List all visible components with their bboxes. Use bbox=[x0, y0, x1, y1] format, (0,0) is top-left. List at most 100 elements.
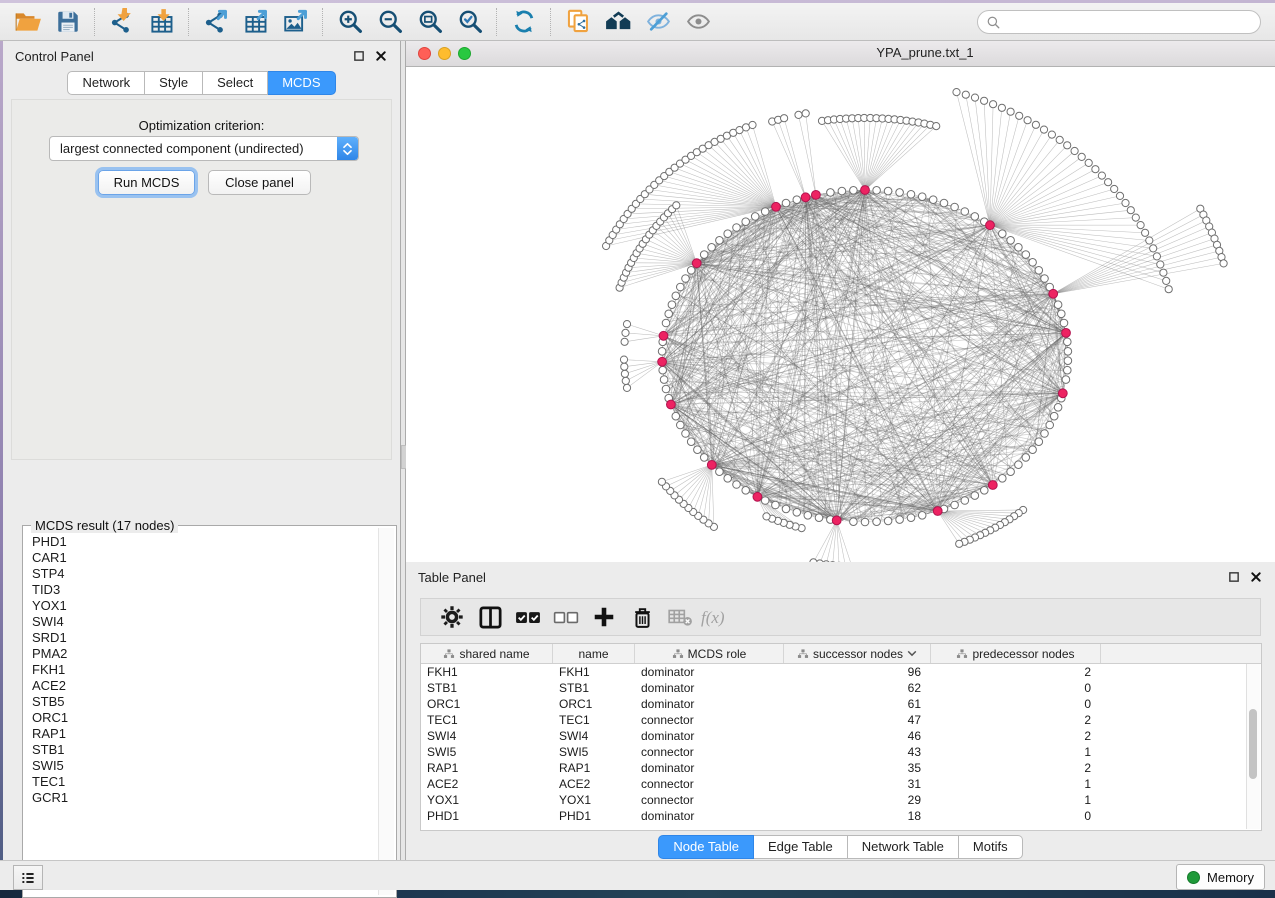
table-row[interactable]: FKH1 FKH1 dominator 96 2 bbox=[421, 664, 1261, 680]
mcds-result-item[interactable]: STB5 bbox=[32, 694, 379, 710]
show-columns-button[interactable] bbox=[471, 602, 509, 632]
cell-name[interactable]: TEC1 bbox=[553, 713, 635, 727]
cell-successor-nodes[interactable]: 47 bbox=[784, 713, 931, 727]
table-row[interactable]: TEC1 TEC1 connector 47 2 bbox=[421, 712, 1261, 728]
cell-predecessor-nodes[interactable]: 1 bbox=[931, 745, 1101, 759]
export-table-button[interactable] bbox=[236, 6, 276, 38]
mcds-result-item[interactable]: TEC1 bbox=[32, 774, 379, 790]
zoom-fit-button[interactable] bbox=[410, 6, 450, 38]
float-panel-icon[interactable] bbox=[351, 49, 366, 64]
table-row[interactable]: ORC1 ORC1 dominator 61 0 bbox=[421, 696, 1261, 712]
window-maximize-icon[interactable] bbox=[458, 47, 471, 60]
cell-name[interactable]: ACE2 bbox=[553, 777, 635, 791]
tab-node-table[interactable]: Node Table bbox=[658, 835, 754, 859]
export-network-button[interactable] bbox=[196, 6, 236, 38]
mcds-result-item[interactable]: RAP1 bbox=[32, 726, 379, 742]
cell-successor-nodes[interactable]: 46 bbox=[784, 729, 931, 743]
cell-mcds-role[interactable]: dominator bbox=[635, 697, 784, 711]
cell-mcds-role[interactable]: dominator bbox=[635, 809, 784, 823]
new-network-from-selection-button[interactable] bbox=[558, 6, 598, 38]
table-row[interactable]: PHD1 PHD1 dominator 18 0 bbox=[421, 808, 1261, 824]
cell-mcds-role[interactable]: connector bbox=[635, 793, 784, 807]
tab-style[interactable]: Style bbox=[145, 71, 203, 95]
column-header-name[interactable]: name bbox=[553, 644, 635, 663]
search-box[interactable] bbox=[977, 10, 1261, 34]
cell-name[interactable]: ORC1 bbox=[553, 697, 635, 711]
memory-button[interactable]: Memory bbox=[1176, 864, 1265, 890]
window-close-icon[interactable] bbox=[418, 47, 431, 60]
cell-mcds-role[interactable]: dominator bbox=[635, 681, 784, 695]
show-all-button[interactable] bbox=[678, 6, 718, 38]
cell-predecessor-nodes[interactable]: 0 bbox=[931, 681, 1101, 695]
close-table-panel-icon[interactable] bbox=[1248, 570, 1263, 585]
mcds-result-item[interactable]: PMA2 bbox=[32, 646, 379, 662]
cell-shared-name[interactable]: FKH1 bbox=[421, 665, 553, 679]
cell-successor-nodes[interactable]: 29 bbox=[784, 793, 931, 807]
tab-mcds[interactable]: MCDS bbox=[268, 71, 335, 95]
run-mcds-button[interactable]: Run MCDS bbox=[98, 170, 195, 195]
delete-columns-button[interactable] bbox=[623, 602, 661, 632]
cell-predecessor-nodes[interactable]: 1 bbox=[931, 777, 1101, 791]
mcds-result-item[interactable]: STB1 bbox=[32, 742, 379, 758]
cell-mcds-role[interactable]: connector bbox=[635, 777, 784, 791]
add-column-button[interactable] bbox=[585, 602, 623, 632]
cell-predecessor-nodes[interactable]: 2 bbox=[931, 761, 1101, 775]
deselect-all-button[interactable] bbox=[547, 602, 585, 632]
cell-name[interactable]: FKH1 bbox=[553, 665, 635, 679]
cell-successor-nodes[interactable]: 61 bbox=[784, 697, 931, 711]
mcds-result-item[interactable]: ACE2 bbox=[32, 678, 379, 694]
cell-name[interactable]: RAP1 bbox=[553, 761, 635, 775]
hide-selected-button[interactable] bbox=[638, 6, 678, 38]
refresh-view-button[interactable] bbox=[504, 6, 544, 38]
cell-shared-name[interactable]: YOX1 bbox=[421, 793, 553, 807]
table-row[interactable]: RAP1 RAP1 dominator 35 2 bbox=[421, 760, 1261, 776]
cell-shared-name[interactable]: PHD1 bbox=[421, 809, 553, 823]
search-input[interactable] bbox=[1006, 14, 1260, 30]
network-window-titlebar[interactable]: YPA_prune.txt_1 bbox=[406, 41, 1275, 67]
save-session-button[interactable] bbox=[48, 6, 88, 38]
cell-mcds-role[interactable]: dominator bbox=[635, 761, 784, 775]
cell-mcds-role[interactable]: dominator bbox=[635, 729, 784, 743]
column-header-successor-nodes[interactable]: successor nodes bbox=[784, 644, 931, 663]
select-all-button[interactable] bbox=[509, 602, 547, 632]
close-panel-button[interactable]: Close panel bbox=[208, 170, 311, 195]
cell-name[interactable]: SWI5 bbox=[553, 745, 635, 759]
cell-shared-name[interactable]: ORC1 bbox=[421, 697, 553, 711]
mcds-result-item[interactable]: FKH1 bbox=[32, 662, 379, 678]
cell-mcds-role[interactable]: connector bbox=[635, 713, 784, 727]
tab-select[interactable]: Select bbox=[203, 71, 268, 95]
column-header-MCDS-role[interactable]: MCDS role bbox=[635, 644, 784, 663]
mcds-result-item[interactable]: YOX1 bbox=[32, 598, 379, 614]
table-row[interactable]: STB1 STB1 dominator 62 0 bbox=[421, 680, 1261, 696]
cell-successor-nodes[interactable]: 43 bbox=[784, 745, 931, 759]
cell-mcds-role[interactable]: dominator bbox=[635, 665, 784, 679]
mcds-result-scrollbar[interactable] bbox=[378, 528, 394, 895]
cell-predecessor-nodes[interactable]: 1 bbox=[931, 793, 1101, 807]
tab-network-table[interactable]: Network Table bbox=[848, 835, 959, 859]
window-minimize-icon[interactable] bbox=[438, 47, 451, 60]
cell-successor-nodes[interactable]: 96 bbox=[784, 665, 931, 679]
close-panel-icon[interactable] bbox=[373, 49, 388, 64]
tab-edge-table[interactable]: Edge Table bbox=[754, 835, 848, 859]
table-row[interactable]: SWI5 SWI5 connector 43 1 bbox=[421, 744, 1261, 760]
zoom-out-button[interactable] bbox=[370, 6, 410, 38]
cell-predecessor-nodes[interactable]: 0 bbox=[931, 697, 1101, 711]
cell-name[interactable]: PHD1 bbox=[553, 809, 635, 823]
open-file-button[interactable] bbox=[8, 6, 48, 38]
cell-predecessor-nodes[interactable]: 0 bbox=[931, 809, 1101, 823]
first-neighbors-button[interactable] bbox=[598, 6, 638, 38]
cell-shared-name[interactable]: TEC1 bbox=[421, 713, 553, 727]
task-history-button[interactable] bbox=[13, 865, 43, 890]
cell-predecessor-nodes[interactable]: 2 bbox=[931, 729, 1101, 743]
mcds-result-item[interactable]: SWI5 bbox=[32, 758, 379, 774]
mcds-result-item[interactable]: ORC1 bbox=[32, 710, 379, 726]
cell-mcds-role[interactable]: connector bbox=[635, 745, 784, 759]
node-table[interactable]: shared namenameMCDS rolesuccessor nodesp… bbox=[420, 643, 1262, 831]
tab-motifs[interactable]: Motifs bbox=[959, 835, 1023, 859]
cell-shared-name[interactable]: SWI4 bbox=[421, 729, 553, 743]
table-row[interactable]: YOX1 YOX1 connector 29 1 bbox=[421, 792, 1261, 808]
zoom-selected-button[interactable] bbox=[450, 6, 490, 38]
table-scrollbar-thumb[interactable] bbox=[1249, 709, 1257, 779]
criterion-dropdown[interactable]: largest connected component (undirected) bbox=[49, 136, 359, 161]
table-settings-button[interactable] bbox=[433, 602, 471, 632]
